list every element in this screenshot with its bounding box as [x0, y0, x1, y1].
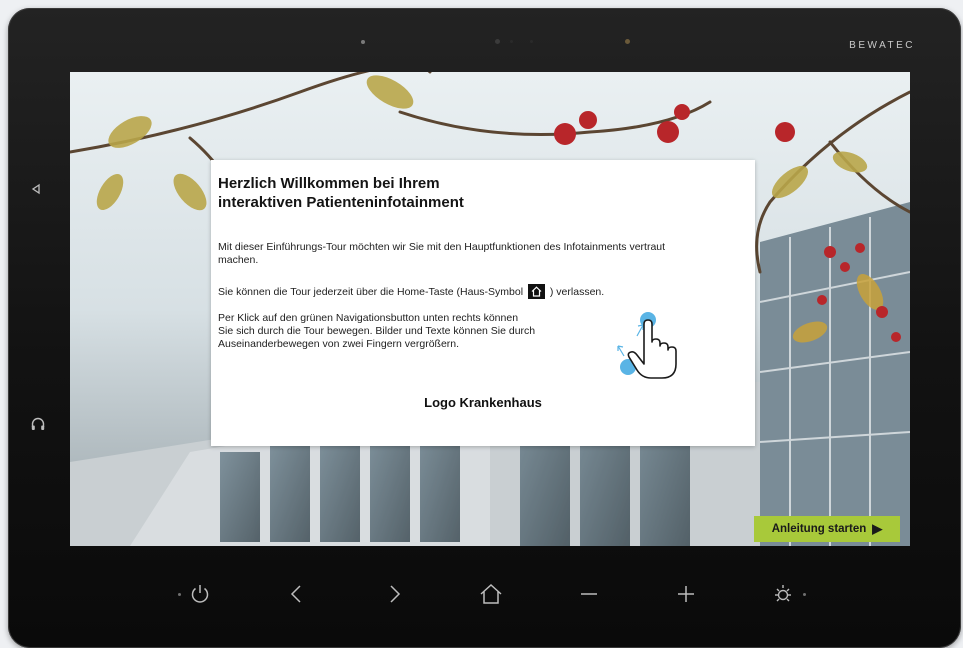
- sensor-dot: [361, 40, 365, 44]
- back-chevron-icon[interactable]: [285, 582, 309, 606]
- home-icon[interactable]: [479, 582, 503, 606]
- start-tour-button[interactable]: Anleitung starten ▶: [754, 516, 900, 542]
- pinch-zoom-gesture-icon: [617, 312, 677, 379]
- forward-chevron-icon[interactable]: [382, 582, 406, 606]
- play-triangle-icon: ▶: [872, 521, 883, 536]
- plus-icon[interactable]: [674, 582, 698, 606]
- brand-logo: BEWATEC: [849, 40, 915, 51]
- dialog-title-line1: Herzlich Willkommen bei Ihrem: [218, 175, 440, 192]
- nav-hint-line3: Auseinanderbewegen von zwei Fingern verg…: [218, 338, 460, 350]
- home-hint-text-before: Sie können die Tour jederzeit über die H…: [218, 286, 524, 298]
- power-icon[interactable]: [188, 582, 212, 606]
- sensor-dot: [510, 40, 513, 43]
- indicator-dot: [803, 593, 806, 596]
- hospital-logo-placeholder: Logo Krankenhaus: [424, 395, 542, 410]
- indicator-dot: [178, 593, 181, 596]
- minus-icon[interactable]: [577, 582, 601, 606]
- dialog-title-line2: interaktiven Patienteninfotainment: [218, 194, 464, 211]
- side-back-icon[interactable]: [30, 182, 42, 195]
- brightness-icon[interactable]: [771, 582, 795, 606]
- home-hint-paragraph: Sie können die Tour jederzeit über die H…: [218, 284, 738, 299]
- home-symbol-icon: [527, 284, 545, 299]
- headphones-icon[interactable]: [30, 416, 46, 432]
- sensor-dot: [530, 40, 533, 43]
- nav-hint-line1: Per Klick auf den grünen Navigationsbutt…: [218, 312, 519, 324]
- tablet-device: BEWATEC Herzlich Willkommen bei Ihrem in…: [8, 8, 961, 648]
- welcome-dialog: Herzlich Willkommen bei Ihrem interaktiv…: [211, 160, 755, 446]
- navigation-hint-paragraph: Per Klick auf den grünen Navigationsbutt…: [218, 312, 618, 351]
- camera-lens: [495, 39, 500, 44]
- dialog-title: Herzlich Willkommen bei Ihrem interaktiv…: [218, 174, 598, 212]
- status-led: [625, 39, 630, 44]
- intro-paragraph: Mit dieser Einführungs-Tour möchten wir …: [218, 241, 666, 266]
- home-hint-text-after: ) verlassen.: [549, 286, 605, 298]
- nav-hint-line2: Sie sich durch die Tour bewegen. Bilder …: [218, 325, 536, 337]
- display-screen: Herzlich Willkommen bei Ihrem interaktiv…: [70, 72, 910, 546]
- start-tour-label: Anleitung starten: [771, 523, 867, 535]
